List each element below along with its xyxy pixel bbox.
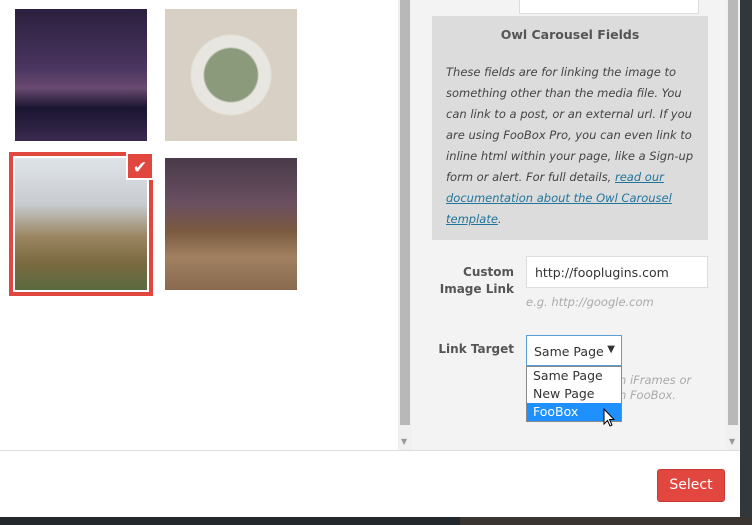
owl-description: These fields are for linking the image t…	[446, 65, 694, 226]
custom-link-hint: e.g. http://google.com	[526, 295, 654, 309]
left-scrollbar[interactable]: ▼	[398, 0, 412, 450]
modal-toolbar: Select	[0, 450, 740, 517]
option-new-page[interactable]: New Page	[527, 385, 621, 403]
scroll-down-icon[interactable]: ▼	[401, 437, 407, 446]
backdrop-edge	[740, 0, 752, 517]
thumbnail-bridge[interactable]	[15, 9, 147, 141]
scroll-down-icon[interactable]: ▼	[729, 437, 735, 446]
custom-link-label: Custom Image Link	[439, 265, 514, 296]
mouse-cursor-icon	[603, 408, 616, 427]
attachment-details: Owl Carousel Fields These fields are for…	[412, 0, 726, 450]
thumbnail-railway[interactable]	[165, 158, 297, 290]
owl-carousel-info: Owl Carousel Fields These fields are for…	[432, 16, 708, 240]
attachments-panel: ✔	[0, 0, 398, 450]
thumbnail-cactus[interactable]	[165, 9, 297, 141]
select-button[interactable]: Select	[657, 469, 725, 502]
custom-link-input[interactable]: http://fooplugins.com	[526, 256, 708, 288]
link-target-label: Link Target	[438, 342, 514, 356]
option-same-page[interactable]: Same Page	[527, 367, 621, 385]
checkmark-icon[interactable]: ✔	[126, 152, 154, 180]
owl-title: Owl Carousel Fields	[500, 27, 640, 42]
right-scrollbar[interactable]: ▼	[726, 0, 740, 450]
link-target-select[interactable]: Same Page ▼	[526, 335, 622, 366]
caret-down-icon: ▼	[607, 344, 615, 355]
link-target-hint-2: n FooBox.	[619, 388, 677, 402]
description-textarea[interactable]	[519, 0, 699, 14]
background-photo	[460, 517, 752, 525]
link-target-hint-1: h iFrames or	[619, 373, 692, 387]
